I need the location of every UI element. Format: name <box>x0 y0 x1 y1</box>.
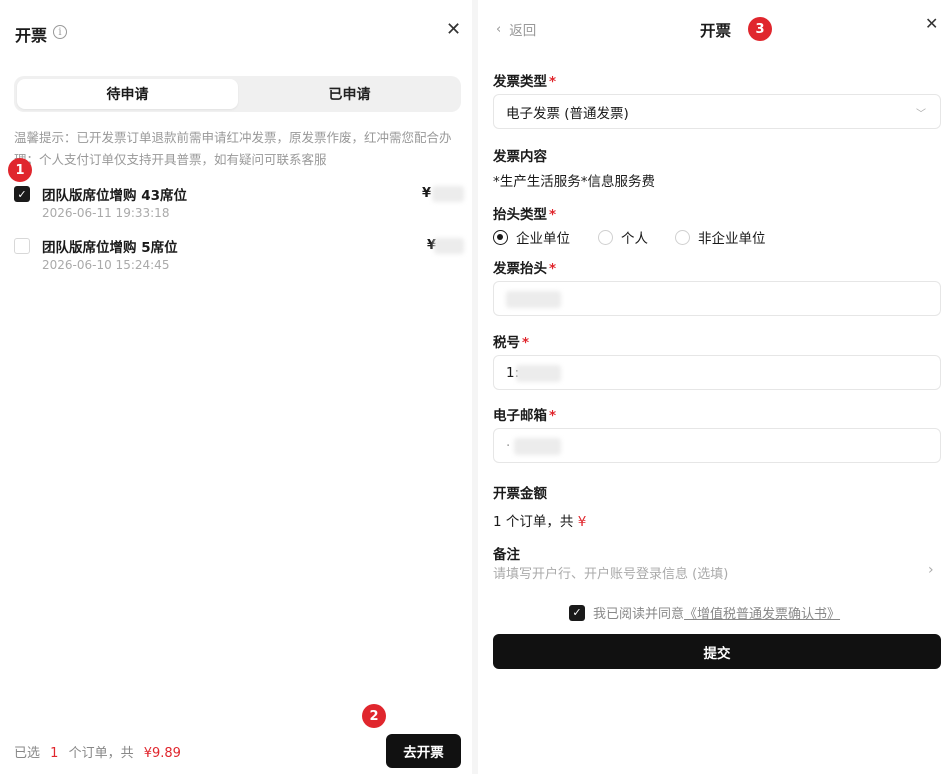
submit-button[interactable]: 提交 <box>493 634 941 669</box>
email-input[interactable]: · <box>493 428 941 463</box>
invoice-content-label: 发票内容 <box>493 149 547 165</box>
summary-count: 1 <box>50 746 59 761</box>
radio-selected-icon <box>493 229 508 245</box>
chevron-right-icon[interactable]: › <box>928 562 934 578</box>
order-name: 团队版席位增购 43席位 <box>42 188 187 204</box>
tab-pending[interactable]: 待申请 <box>17 79 238 109</box>
chevron-down-icon: ﹀ <box>916 109 926 120</box>
agreement-row[interactable]: ✓ 我已阅读并同意 《增值税普通发票确认书》 <box>569 603 840 622</box>
warm-tip: 温馨提示：已开发票订单退款前需申请红冲发票，原发票作废，红冲需您配合办理；个人支… <box>14 130 452 167</box>
radio-unselected-icon <box>598 229 613 245</box>
order-time: 2026-06-11 19:33:18 <box>42 206 170 220</box>
tab-applied[interactable]: 已申请 <box>239 79 460 109</box>
radio-label: 非企业单位 <box>698 231 766 247</box>
left-panel-title: 开票 <box>15 26 48 45</box>
order-row[interactable]: ✓ 团队版席位增购 43席位 2026-06-11 19:33:18 ¥ <box>14 182 464 226</box>
email-label: 电子邮箱 * <box>493 408 557 424</box>
radio-label: 企业单位 <box>516 231 570 247</box>
status-tabs: 待申请 已申请 <box>14 76 461 112</box>
tax-number-label: 税号 * <box>493 335 530 351</box>
amount-summary: 1 个订单，共 ¥ <box>493 514 587 530</box>
invoice-type-label: 发票类型 * <box>493 74 557 90</box>
radio-enterprise[interactable]: 企业单位 <box>493 227 570 247</box>
invoice-list-panel: 开票 i ✕ 待申请 已申请 温馨提示：已开发票订单退款前需申请红冲发票，原发票… <box>0 0 472 774</box>
radio-unselected-icon <box>675 229 690 245</box>
order-time: 2026-06-10 15:24:45 <box>42 258 170 272</box>
redacted-value <box>514 438 561 455</box>
form-title: 开票 <box>700 22 732 40</box>
agreement-link[interactable]: 《增值税普通发票确认书》 <box>684 603 840 622</box>
selection-summary: 已选 1 个订单，共 ¥9.89 <box>14 742 181 761</box>
title-type-label: 抬头类型 * <box>493 207 557 223</box>
order-price: ¥ <box>422 186 432 201</box>
invoice-form-panel: ‹ 返回 开票 3 ✕ 发票类型 * 电子发票 (普通发票) ﹀ 发票内容 *生产… <box>478 0 952 774</box>
close-icon[interactable]: ✕ <box>925 16 938 32</box>
remark-input[interactable]: 请填写开户行、开户账号登录信息 (选填) <box>493 563 728 582</box>
summary-middle: 个订单，共 <box>68 746 134 761</box>
agreement-text: 我已阅读并同意 <box>593 607 685 622</box>
invoice-type-value: 电子发票 (普通发票) <box>506 105 629 122</box>
go-invoice-button[interactable]: 去开票 <box>386 734 461 768</box>
radio-label: 个人 <box>621 231 648 247</box>
tax-number-input[interactable]: 1: <box>493 355 941 390</box>
step-badge-3: 3 <box>748 17 772 41</box>
info-icon[interactable]: i <box>53 25 67 39</box>
step-badge-1: 1 <box>8 158 32 182</box>
radio-personal[interactable]: 个人 <box>598 227 648 247</box>
back-link[interactable]: ‹ 返回 <box>496 19 537 40</box>
agreement-checkbox[interactable]: ✓ <box>569 604 585 621</box>
close-icon[interactable]: ✕ <box>446 21 461 39</box>
chevron-left-icon: ‹ <box>496 21 502 37</box>
summary-amount: ¥9.89 <box>143 746 181 761</box>
order-checkbox-checked[interactable]: ✓ <box>14 186 30 202</box>
order-checkbox-unchecked[interactable] <box>14 238 30 254</box>
invoice-type-select[interactable]: 电子发票 (普通发票) ﹀ <box>493 94 941 129</box>
redacted-amount <box>434 238 464 254</box>
remark-label: 备注 <box>493 547 520 563</box>
redacted-value <box>516 365 561 382</box>
invoice-title-input[interactable] <box>493 281 941 316</box>
amount-label: 开票金额 <box>493 486 547 502</box>
redacted-amount <box>432 186 464 202</box>
invoice-title-label: 发票抬头 * <box>493 261 557 277</box>
step-badge-2: 2 <box>362 704 386 728</box>
redacted-value <box>506 291 561 308</box>
radio-non-enterprise[interactable]: 非企业单位 <box>675 227 766 247</box>
invoice-content-value: *生产生活服务*信息服务费 <box>493 174 655 190</box>
summary-prefix: 已选 <box>14 746 41 761</box>
order-name: 团队版席位增购 5席位 <box>42 240 178 256</box>
back-label: 返回 <box>509 23 537 39</box>
order-row[interactable]: 团队版席位增购 5席位 2026-06-10 15:24:45 ¥ <box>14 234 464 278</box>
